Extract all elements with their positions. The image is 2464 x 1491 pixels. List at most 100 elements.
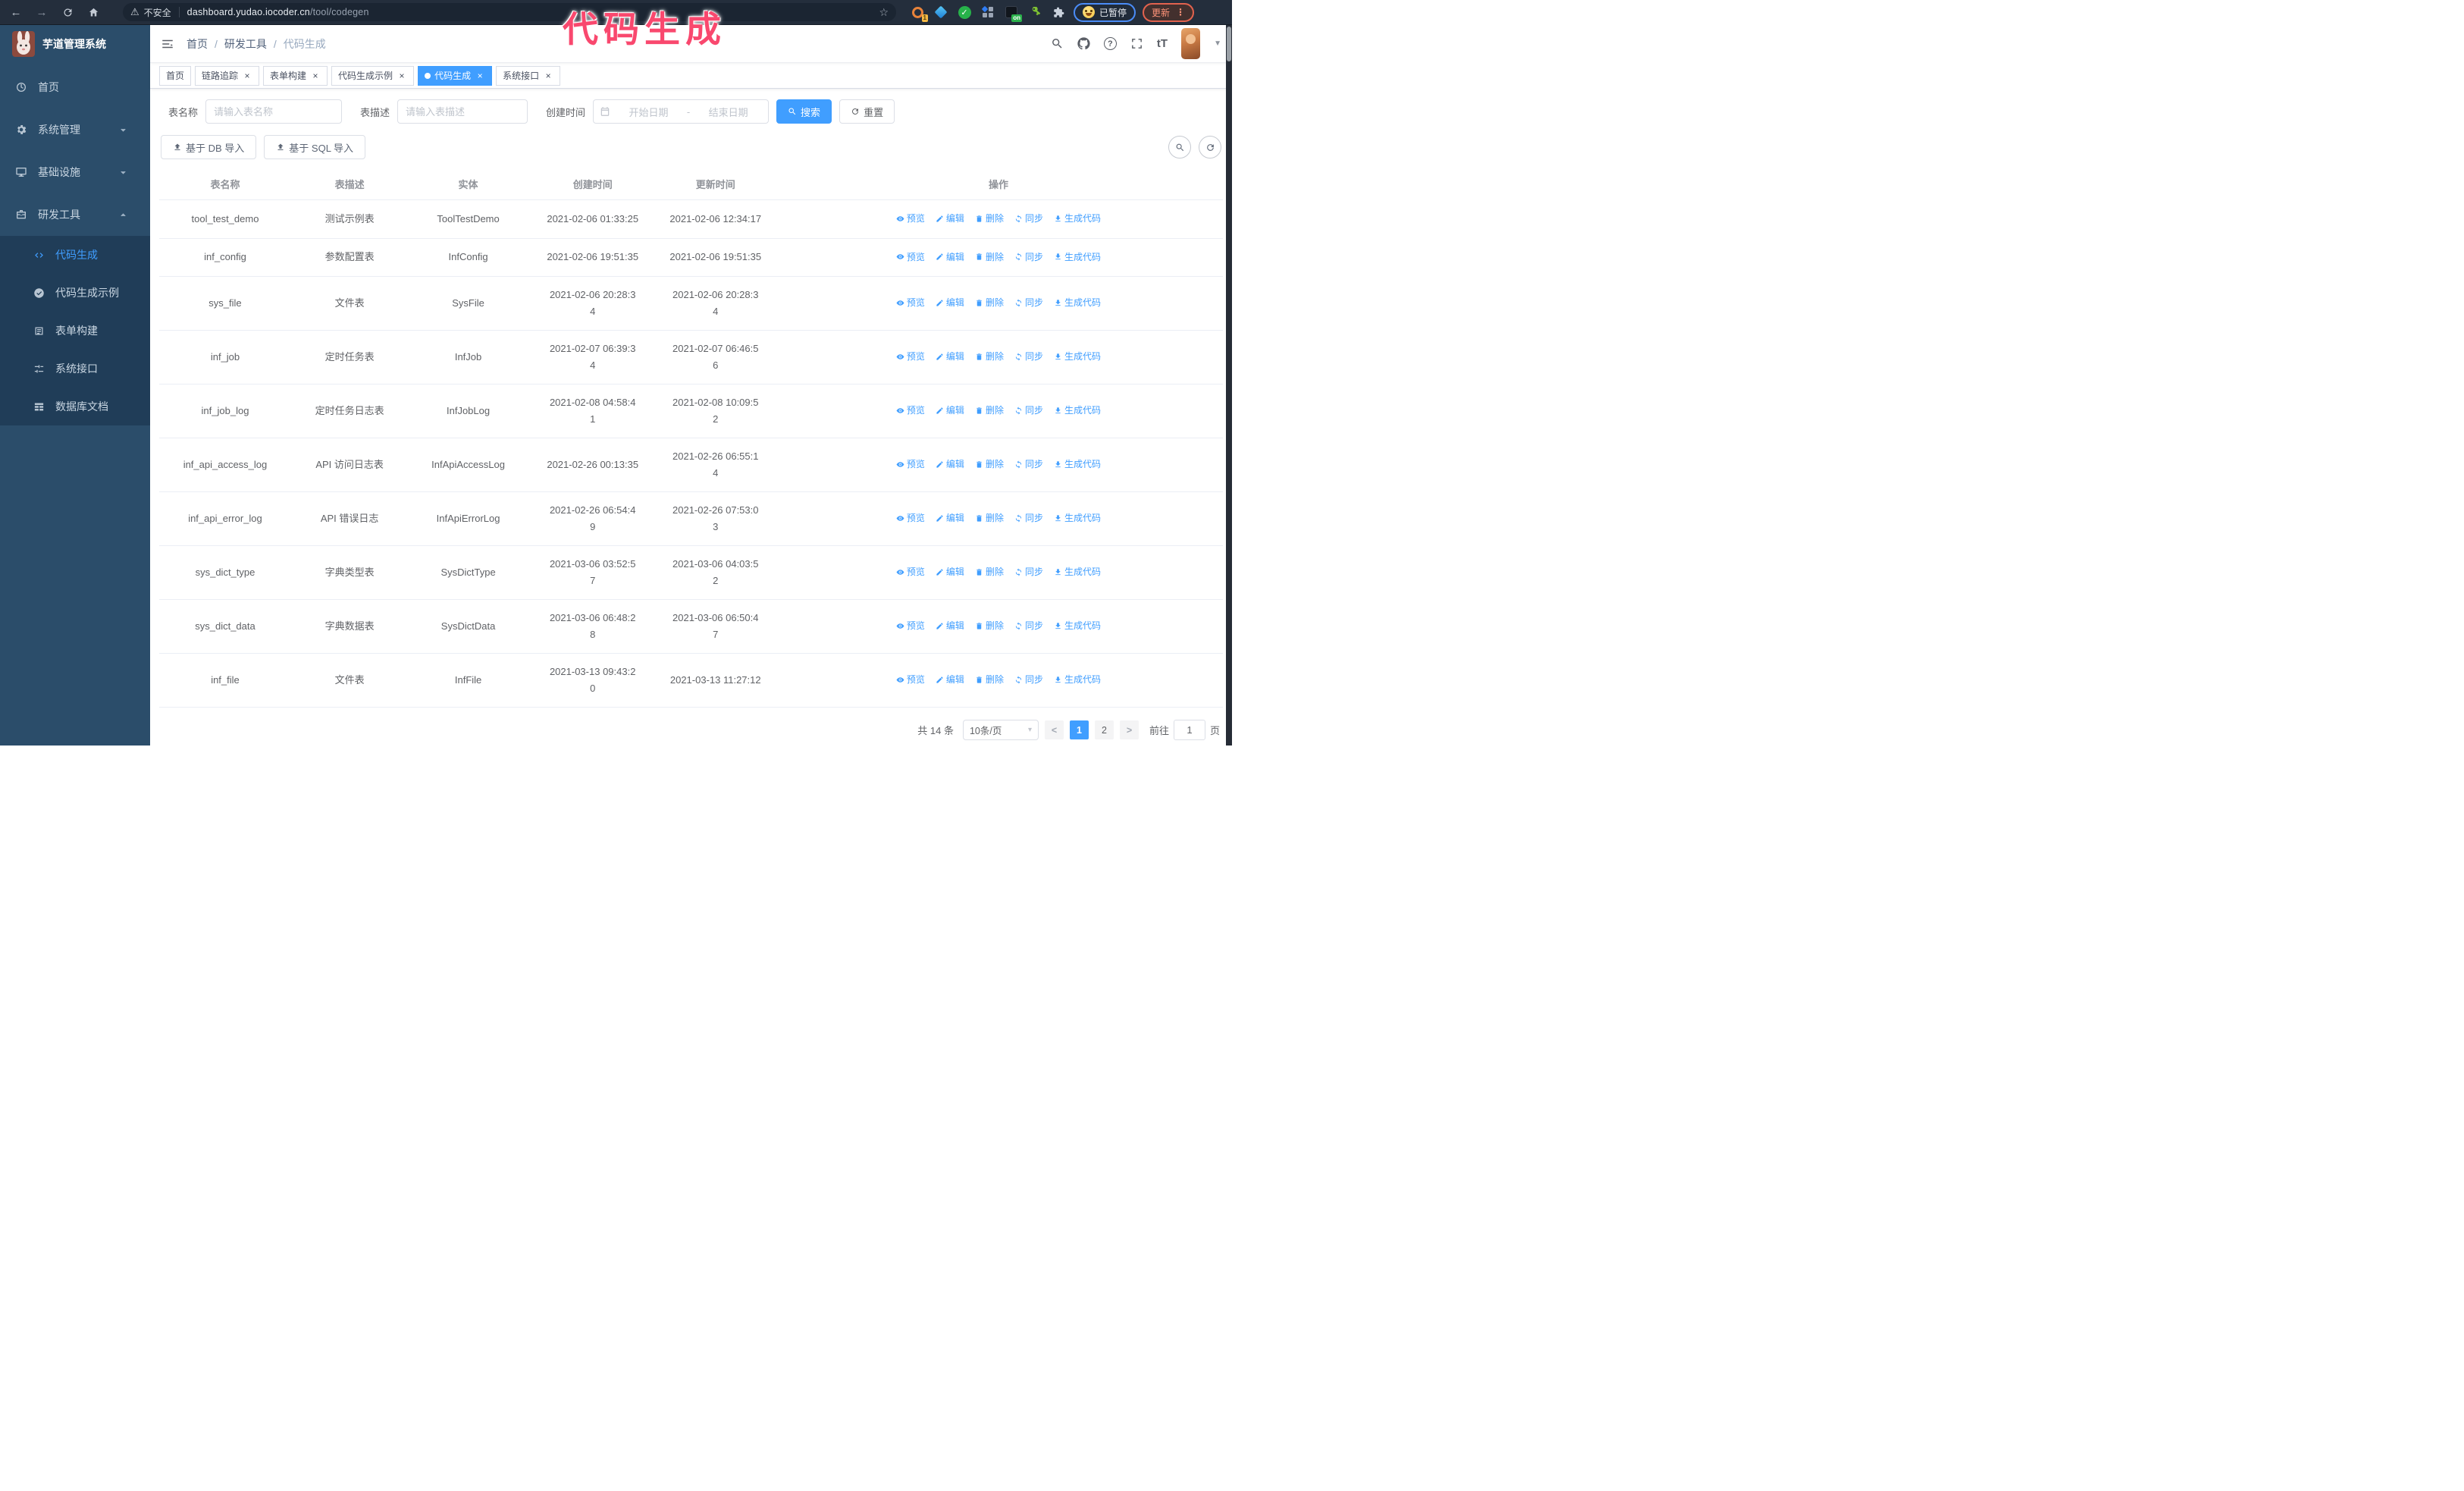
sidebar-item-home[interactable]: 首页 (0, 66, 150, 108)
preview-button[interactable]: 预览 (896, 617, 925, 634)
edit-button[interactable]: 编辑 (936, 249, 964, 265)
browser-back-button[interactable]: ← (6, 2, 26, 22)
delete-button[interactable]: 删除 (975, 249, 1004, 265)
sidebar-item-form-builder[interactable]: 表单构建 (0, 312, 150, 350)
bookmark-star-icon[interactable]: ☆ (879, 6, 889, 19)
extension-grid-icon[interactable] (980, 5, 995, 20)
edit-button[interactable]: 编辑 (936, 402, 964, 419)
edit-button[interactable]: 编辑 (936, 563, 964, 580)
sync-button[interactable]: 同步 (1014, 348, 1043, 365)
delete-button[interactable]: 删除 (975, 348, 1004, 365)
delete-button[interactable]: 删除 (975, 402, 1004, 419)
preview-button[interactable]: 预览 (896, 456, 925, 472)
edit-button[interactable]: 编辑 (936, 617, 964, 634)
goto-page-input[interactable] (1173, 720, 1205, 740)
page-size-select[interactable]: 10条/页 ▾ (962, 720, 1039, 740)
preview-button[interactable]: 预览 (896, 210, 925, 227)
extension-key-icon[interactable] (1027, 5, 1042, 20)
search-button[interactable]: 搜索 (776, 99, 832, 124)
sync-button[interactable]: 同步 (1014, 671, 1043, 688)
generate-code-button[interactable]: 生成代码 (1054, 510, 1101, 526)
page-1-button[interactable]: 1 (1069, 720, 1089, 739)
preview-button[interactable]: 预览 (896, 671, 925, 688)
sync-button[interactable]: 同步 (1014, 456, 1043, 472)
table-name-input[interactable] (205, 99, 343, 124)
extensions-puzzle-icon[interactable] (1051, 5, 1066, 20)
tag-system-api[interactable]: 系统接口 × (496, 65, 561, 86)
extension-orange-icon[interactable]: 1 (910, 5, 928, 22)
sync-button[interactable]: 同步 (1014, 294, 1043, 311)
page-scrollbar[interactable] (1226, 25, 1232, 746)
sidebar-item-infrastructure[interactable]: 基础设施 (0, 151, 150, 193)
preview-button[interactable]: 预览 (896, 348, 925, 365)
browser-home-button[interactable] (83, 2, 103, 22)
generate-code-button[interactable]: 生成代码 (1054, 249, 1101, 265)
refresh-table-button[interactable] (1199, 136, 1221, 159)
address-bar[interactable]: ⚠ 不安全 dashboard.yudao.iocoder.cn/tool/cod… (123, 3, 896, 21)
tag-form-builder[interactable]: 表单构建 × (263, 65, 328, 86)
avatar[interactable] (1181, 28, 1201, 59)
extension-gem-icon[interactable] (933, 5, 948, 20)
edit-button[interactable]: 编辑 (936, 456, 964, 472)
browser-forward-button[interactable]: → (32, 2, 52, 22)
extension-on-icon[interactable]: on (1004, 5, 1022, 22)
generate-code-button[interactable]: 生成代码 (1054, 617, 1101, 634)
generate-code-button[interactable]: 生成代码 (1054, 563, 1101, 580)
preview-button[interactable]: 预览 (896, 510, 925, 526)
delete-button[interactable]: 删除 (975, 563, 1004, 580)
help-icon[interactable]: ? (1103, 37, 1117, 50)
scrollbar-thumb[interactable] (1227, 27, 1231, 61)
preview-button[interactable]: 预览 (896, 402, 925, 419)
generate-code-button[interactable]: 生成代码 (1054, 294, 1101, 311)
delete-button[interactable]: 删除 (975, 456, 1004, 472)
generate-code-button[interactable]: 生成代码 (1054, 210, 1101, 227)
browser-update-button[interactable]: 更新 ⋮ (1143, 2, 1195, 22)
tag-close-icon[interactable]: × (310, 71, 321, 81)
font-size-icon[interactable]: tT (1157, 37, 1168, 50)
prev-page-button[interactable]: < (1044, 720, 1064, 739)
sidebar-item-codegen[interactable]: 代码生成 (0, 236, 150, 274)
delete-button[interactable]: 删除 (975, 210, 1004, 227)
extension-check-icon[interactable]: ✓ (957, 5, 972, 20)
sync-button[interactable]: 同步 (1014, 210, 1043, 227)
delete-button[interactable]: 删除 (975, 617, 1004, 634)
github-icon[interactable] (1077, 37, 1090, 50)
preview-button[interactable]: 预览 (896, 563, 925, 580)
preview-button[interactable]: 预览 (896, 294, 925, 311)
hamburger-icon[interactable] (161, 37, 174, 51)
edit-button[interactable]: 编辑 (936, 671, 964, 688)
sync-button[interactable]: 同步 (1014, 510, 1043, 526)
tag-codegen-example[interactable]: 代码生成示例 × (331, 65, 415, 86)
tag-codegen[interactable]: 代码生成 × (418, 65, 493, 86)
delete-button[interactable]: 删除 (975, 671, 1004, 688)
page-2-button[interactable]: 2 (1094, 720, 1114, 739)
delete-button[interactable]: 删除 (975, 510, 1004, 526)
generate-code-button[interactable]: 生成代码 (1054, 348, 1101, 365)
edit-button[interactable]: 编辑 (936, 348, 964, 365)
table-desc-input[interactable] (397, 99, 528, 124)
generate-code-button[interactable]: 生成代码 (1054, 402, 1101, 419)
tag-close-icon[interactable]: × (242, 71, 252, 81)
sidebar-item-system[interactable]: 系统管理 (0, 108, 150, 151)
generate-code-button[interactable]: 生成代码 (1054, 671, 1101, 688)
import-sql-button[interactable]: 基于 SQL 导入 (264, 135, 366, 159)
import-db-button[interactable]: 基于 DB 导入 (161, 135, 257, 159)
sync-button[interactable]: 同步 (1014, 563, 1043, 580)
sync-button[interactable]: 同步 (1014, 402, 1043, 419)
generate-code-button[interactable]: 生成代码 (1054, 456, 1101, 472)
search-icon[interactable] (1051, 37, 1064, 50)
tag-home[interactable]: 首页 (159, 65, 192, 86)
preview-button[interactable]: 预览 (896, 249, 925, 265)
edit-button[interactable]: 编辑 (936, 510, 964, 526)
end-date-placeholder[interactable]: 结束日期 (694, 105, 762, 119)
breadcrumb-home[interactable]: 首页 (187, 36, 208, 52)
sync-button[interactable]: 同步 (1014, 617, 1043, 634)
reset-button[interactable]: 重置 (839, 99, 895, 124)
breadcrumb-dev-tools[interactable]: 研发工具 (224, 36, 267, 52)
sidebar-item-system-api[interactable]: 系统接口 (0, 350, 150, 388)
logo-bar[interactable]: 芋道管理系统 (0, 25, 150, 63)
sidebar-item-codegen-example[interactable]: 代码生成示例 (0, 274, 150, 312)
profile-paused-chip[interactable]: 已暂停 (1074, 2, 1136, 22)
browser-reload-button[interactable] (58, 2, 77, 22)
start-date-placeholder[interactable]: 开始日期 (615, 105, 682, 119)
